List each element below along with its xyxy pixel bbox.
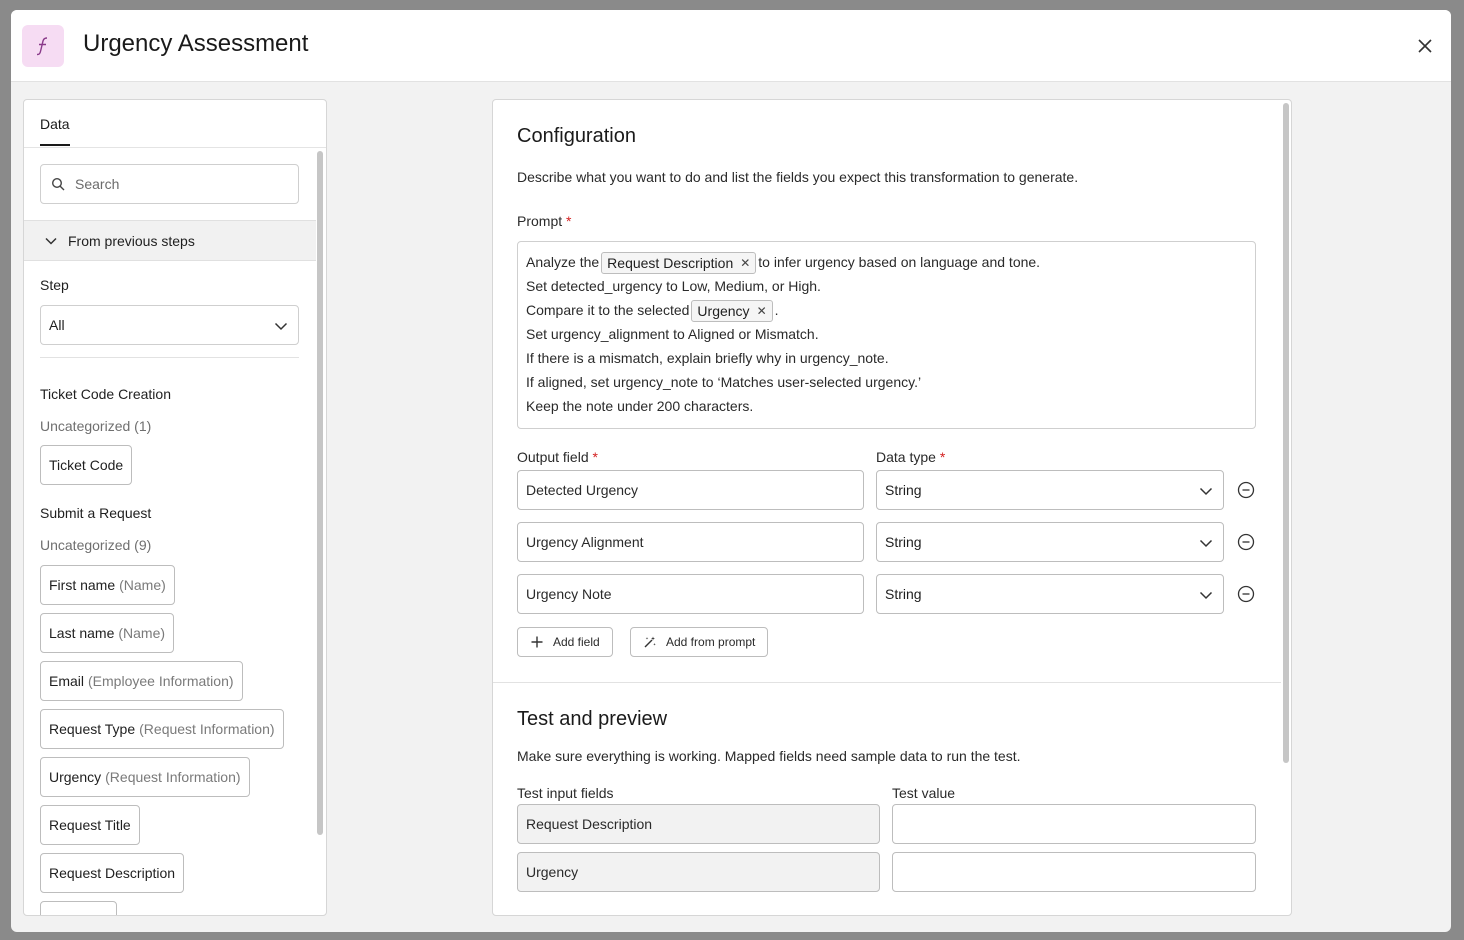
chevron-down-icon	[45, 237, 57, 245]
data-type-select[interactable]: String	[876, 574, 1224, 614]
left-scrollbar[interactable]	[317, 151, 323, 835]
test-input-field: Request Description	[517, 804, 880, 844]
close-button[interactable]	[1411, 32, 1439, 60]
close-icon	[1418, 39, 1432, 53]
step-select-value: All	[49, 317, 65, 333]
prompt-token[interactable]: Urgency ✕	[691, 299, 773, 323]
chevron-down-icon	[1199, 591, 1213, 600]
divider	[493, 682, 1281, 683]
chip-sublabel: (Request Information)	[105, 769, 241, 785]
remove-field-icon[interactable]	[1237, 585, 1255, 603]
section-label: From previous steps	[68, 232, 195, 249]
data-panel: Data From previous steps Step All Ticket…	[23, 99, 327, 916]
field-chip-request-description[interactable]: Request Description	[40, 853, 185, 893]
prompt-token[interactable]: Request Description ✕	[601, 251, 757, 275]
tab-data[interactable]: Data	[40, 116, 70, 146]
field-chip-ticket-code[interactable]: Ticket Code	[40, 445, 133, 485]
chip-sublabel: (Name)	[118, 625, 166, 641]
field-chip-urgency[interactable]: Urgency (Request Information)	[40, 757, 250, 797]
page-title: Urgency Assessment	[83, 30, 309, 57]
test-value-label: Test value	[892, 785, 956, 801]
chip-label: Request Description	[49, 865, 176, 881]
output-field-input[interactable]: Detected Urgency	[517, 470, 864, 510]
add-field-button[interactable]: Add field	[517, 627, 613, 657]
chevron-down-icon	[274, 322, 288, 331]
prompt-line: If aligned, set urgency_note to ‘Matches…	[526, 374, 922, 390]
chip-label: Urgency	[49, 769, 102, 785]
step-label: Step	[40, 277, 69, 293]
prompt-editor[interactable]: Analyze the Request Description ✕ to infer …	[517, 241, 1256, 429]
test-value-input[interactable]	[892, 804, 1256, 844]
prompt-line: Set urgency_alignment to Aligned or Mism…	[526, 326, 819, 342]
field-chip-request-title[interactable]: Request Title	[40, 805, 140, 845]
data-type-select[interactable]: String	[876, 470, 1224, 510]
prompt-line: Compare it to the selected Urgency ✕.	[526, 298, 1247, 323]
remove-token-icon[interactable]: ✕	[740, 251, 750, 275]
test-input-fields-label: Test input fields	[517, 785, 614, 801]
chip-label: Request Type	[49, 721, 136, 737]
function-icon	[22, 25, 64, 67]
chip-sublabel: (Employee Information)	[88, 673, 234, 689]
group-title: Ticket Code Creation	[40, 386, 171, 402]
group-category: Uncategorized (1)	[40, 418, 152, 434]
add-field-label: Add field	[553, 635, 600, 649]
prompt-line: If there is a mismatch, explain briefly …	[526, 350, 889, 366]
test-preview-description: Make sure everything is working. Mapped …	[517, 748, 1021, 764]
right-scrollbar[interactable]	[1283, 103, 1289, 763]
chip-label: Ticket Code	[49, 457, 124, 473]
modal: Urgency Assessment Data From previous st…	[11, 10, 1451, 932]
output-field-input[interactable]: Urgency Alignment	[517, 522, 864, 562]
data-type-value: String	[885, 482, 922, 498]
prompt-label: Prompt *	[517, 213, 572, 229]
field-chip-partial[interactable]	[40, 901, 117, 915]
search-input[interactable]	[75, 176, 275, 192]
chevron-down-icon	[1199, 487, 1213, 496]
divider	[40, 357, 299, 358]
remove-field-icon[interactable]	[1237, 481, 1255, 499]
data-type-label: Data type *	[876, 449, 946, 465]
step-select[interactable]: All	[40, 305, 299, 345]
test-preview-title: Test and preview	[517, 708, 668, 730]
configuration-title: Configuration	[517, 125, 636, 147]
output-field-label: Output field *	[517, 449, 598, 465]
add-from-prompt-label: Add from prompt	[666, 635, 756, 649]
chip-label: Request Title	[49, 817, 131, 833]
prompt-line: Keep the note under 200 characters.	[526, 398, 754, 414]
plus-icon	[531, 636, 543, 648]
group-title: Submit a Request	[40, 505, 152, 521]
field-chip-email[interactable]: Email (Employee Information)	[40, 661, 243, 701]
chip-label: Last name	[49, 625, 115, 641]
test-value-input[interactable]	[892, 852, 1256, 892]
remove-token-icon[interactable]: ✕	[757, 299, 767, 323]
search-icon	[51, 177, 65, 191]
from-previous-steps-toggle[interactable]: From previous steps	[24, 220, 316, 261]
output-field-input[interactable]: Urgency Note	[517, 574, 864, 614]
chip-label: Email	[49, 673, 85, 689]
data-type-select[interactable]: String	[876, 522, 1224, 562]
chip-sublabel: (Request Information)	[139, 721, 275, 737]
configuration-description: Describe what you want to do and list th…	[517, 169, 1079, 185]
field-chip-last-name[interactable]: Last name (Name)	[40, 613, 175, 653]
remove-field-icon[interactable]	[1237, 533, 1255, 551]
chevron-down-icon	[1199, 539, 1213, 548]
data-type-value: String	[885, 534, 922, 550]
add-from-prompt-button[interactable]: Add from prompt	[630, 627, 769, 657]
data-type-value: String	[885, 586, 922, 602]
prompt-line: Analyze the Request Description ✕ to infer …	[526, 250, 1247, 275]
modal-header: Urgency Assessment	[11, 10, 1451, 82]
configuration-panel: Configuration Describe what you want to …	[492, 99, 1292, 916]
tab-bar: Data	[24, 100, 326, 148]
chip-sublabel: (Name)	[119, 577, 166, 593]
group-category: Uncategorized (9)	[40, 537, 152, 553]
chip-label: First name	[49, 577, 116, 593]
field-chip-first-name[interactable]: First name (Name)	[40, 565, 175, 605]
search-box[interactable]	[40, 164, 299, 204]
prompt-line: Set detected_urgency to Low, Medium, or …	[526, 278, 821, 294]
magic-wand-icon	[644, 636, 656, 648]
test-input-field: Urgency	[517, 852, 880, 892]
field-chip-request-type[interactable]: Request Type (Request Information)	[40, 709, 284, 749]
